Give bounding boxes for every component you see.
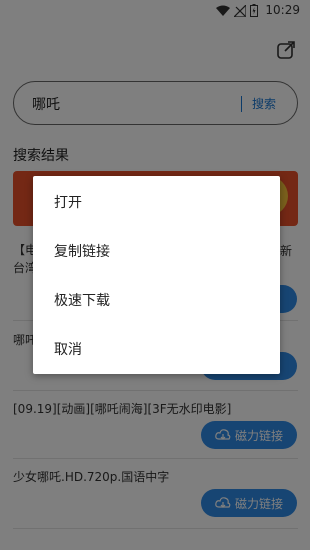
menu-item-copy-link[interactable]: 复制链接 bbox=[54, 241, 110, 261]
menu-item-cancel[interactable]: 取消 bbox=[54, 339, 82, 359]
context-menu: 打开 复制链接 极速下载 取消 bbox=[33, 176, 280, 374]
menu-item-open[interactable]: 打开 bbox=[54, 192, 82, 212]
menu-item-fast-download[interactable]: 极速下载 bbox=[54, 290, 110, 310]
